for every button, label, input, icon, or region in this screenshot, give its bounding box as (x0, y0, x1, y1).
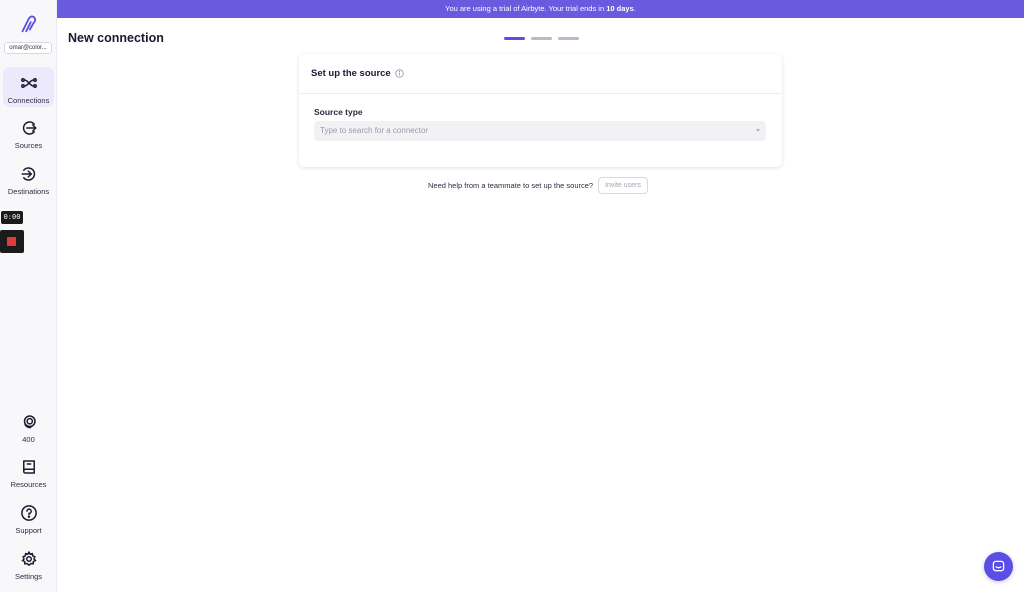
book-icon (22, 460, 35, 474)
question-icon (20, 505, 37, 521)
help-row: Need help from a teammate to set up the … (428, 177, 648, 194)
trial-days: 10 days (606, 4, 634, 13)
source-type-placeholder: Type to search for a connector (320, 126, 429, 135)
sidebar-item-credits[interactable]: 400 (3, 406, 54, 446)
info-icon[interactable] (395, 69, 404, 78)
sources-icon (22, 121, 36, 135)
trial-banner-text: You are using a trial of Airbyte. Your t… (445, 4, 607, 13)
sidebar-item-resources[interactable]: Resources (3, 451, 54, 491)
step-indicator-1 (504, 37, 525, 40)
invite-users-button[interactable]: Invite users (598, 177, 648, 194)
card-header: Set up the source (299, 54, 782, 94)
connections-icon (20, 78, 37, 88)
sidebar-item-settings[interactable]: Settings (3, 543, 54, 583)
source-setup-card: Set up the source Source type Type to se… (299, 54, 782, 167)
sidebar-item-destinations[interactable]: Destinations (3, 158, 54, 198)
help-text: Need help from a teammate to set up the … (428, 181, 594, 190)
chat-support-button[interactable] (984, 552, 1013, 581)
credits-icon (23, 415, 36, 429)
sidebar-item-label: Resources (10, 480, 47, 489)
credits-count: 400 (22, 435, 35, 444)
step-indicator-2 (531, 37, 552, 40)
sidebar: omar@color... Connections Sources Destin… (0, 0, 57, 592)
airbyte-logo-icon[interactable] (17, 13, 39, 35)
source-type-label: Source type (314, 107, 363, 117)
source-type-select[interactable]: Type to search for a connector (314, 121, 766, 141)
page-title: New connection (68, 31, 164, 45)
sidebar-item-label: Settings (14, 572, 43, 581)
sidebar-item-support[interactable]: Support (3, 497, 54, 537)
step-indicator-3 (558, 37, 579, 40)
stop-recording-button[interactable] (0, 230, 24, 253)
trial-banner: You are using a trial of Airbyte. Your t… (57, 0, 1024, 18)
card-title: Set up the source (311, 68, 391, 79)
sidebar-item-label: Connections (7, 96, 50, 105)
step-progress (504, 37, 579, 40)
gear-icon (20, 550, 37, 567)
sidebar-item-label: Destinations (7, 187, 50, 196)
trial-banner-suffix: . (633, 4, 636, 13)
sidebar-item-label: Sources (14, 141, 43, 150)
recording-timer: 0:00 (1, 211, 23, 224)
sidebar-item-connections[interactable]: Connections (3, 67, 54, 107)
chat-icon (992, 560, 1005, 572)
sidebar-item-label: Support (15, 526, 42, 535)
destinations-icon (21, 167, 35, 181)
stop-icon (7, 237, 16, 246)
sidebar-item-sources[interactable]: Sources (3, 112, 54, 152)
workspace-selector[interactable]: omar@color... (4, 42, 52, 54)
chevron-down-icon (756, 129, 760, 132)
